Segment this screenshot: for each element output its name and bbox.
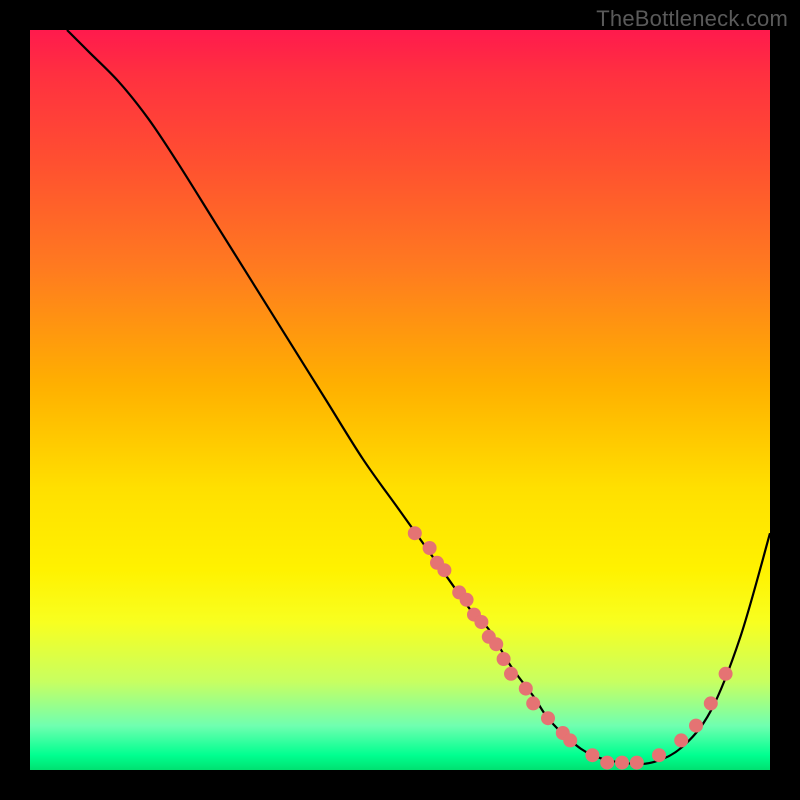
- data-dot: [719, 667, 733, 681]
- data-dot: [474, 615, 488, 629]
- data-dot: [489, 637, 503, 651]
- data-dot: [408, 526, 422, 540]
- curve-svg: [30, 30, 770, 770]
- data-dot: [504, 667, 518, 681]
- data-dot: [689, 719, 703, 733]
- bottleneck-curve: [67, 30, 770, 764]
- data-dot: [630, 756, 644, 770]
- data-dot: [563, 733, 577, 747]
- data-dots: [408, 526, 733, 769]
- data-dot: [460, 593, 474, 607]
- data-dot: [519, 682, 533, 696]
- chart-container: TheBottleneck.com: [0, 0, 800, 800]
- plot-area: [30, 30, 770, 770]
- data-dot: [615, 756, 629, 770]
- data-dot: [437, 563, 451, 577]
- data-dot: [541, 711, 555, 725]
- data-dot: [652, 748, 666, 762]
- watermark-text: TheBottleneck.com: [596, 6, 788, 32]
- data-dot: [704, 696, 718, 710]
- data-dot: [526, 696, 540, 710]
- data-dot: [674, 733, 688, 747]
- data-dot: [600, 756, 614, 770]
- data-dot: [423, 541, 437, 555]
- data-dot: [497, 652, 511, 666]
- data-dot: [585, 748, 599, 762]
